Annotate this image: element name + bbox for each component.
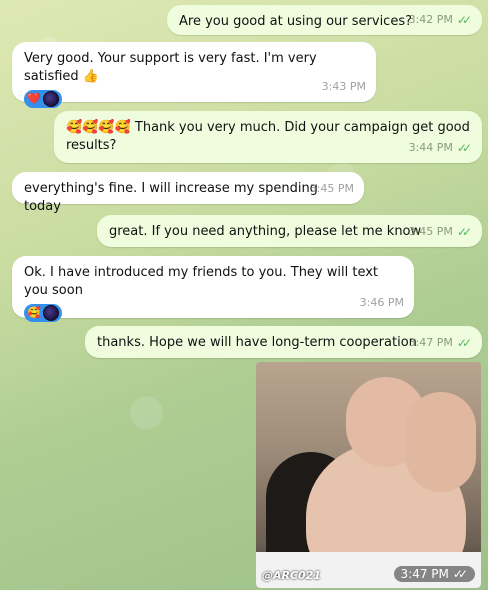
incoming-message[interactable]: Ok. I have introduced my friends to you.… — [12, 256, 414, 322]
outgoing-message[interactable]: great. If you need anything, please let … — [97, 215, 482, 247]
message-meta: 3:43 PM — [322, 78, 366, 96]
outgoing-message[interactable]: thanks. Hope we will have long-term coop… — [85, 326, 482, 358]
message-meta: 3:44 PM ✓✓ — [409, 139, 472, 157]
photo-watermark: @ARC021 — [262, 569, 322, 582]
message-text: great. If you need anything, please let … — [109, 224, 422, 239]
message-text: Are you good at using our services? — [179, 14, 412, 29]
double-check-icon: ✓✓ — [456, 13, 472, 27]
message-emoji: 🥰🥰🥰🥰 — [66, 120, 131, 135]
message-time: 3:45 PM — [309, 182, 354, 195]
double-check-icon: ✓✓ — [456, 141, 472, 155]
message-time: 3:46 PM — [359, 296, 404, 309]
message-time: 3:47 PM — [400, 567, 449, 581]
heart-emoji: ❤️ — [27, 92, 41, 105]
message-text: thanks. Hope we will have long-term coop… — [97, 335, 417, 350]
double-check-icon: ✓✓ — [456, 336, 472, 350]
reaction-heart[interactable]: ❤️ — [24, 90, 62, 108]
message-text: Ok. I have introduced my friends to you.… — [24, 265, 379, 298]
double-check-icon: ✓✓ — [452, 567, 468, 581]
message-meta: 3:45 PM ✓✓ — [409, 223, 472, 241]
reactions: 🥰 — [24, 304, 404, 322]
message-meta: 3:47 PM ✓✓ — [393, 566, 475, 582]
photo-message[interactable]: @ARC021 3:47 PM ✓✓ — [256, 362, 481, 588]
reactions: ❤️ — [24, 90, 366, 108]
photo-hand — [406, 392, 476, 492]
message-text: everything's fine. I will increase my sp… — [24, 181, 318, 214]
message-time: 3:43 PM — [321, 80, 366, 93]
avatar — [42, 305, 59, 321]
avatar — [42, 91, 59, 107]
message-meta: 3:42 PM ✓✓ — [409, 11, 472, 29]
incoming-message[interactable]: Very good. Your support is very fast. I'… — [12, 42, 376, 108]
message-time: 3:45 PM — [408, 225, 453, 238]
outgoing-message[interactable]: 🥰🥰🥰🥰 Thank you very much. Did your campa… — [54, 111, 482, 163]
message-meta: 3:46 PM — [360, 294, 404, 312]
message-time: 3:44 PM — [408, 141, 453, 154]
message-time: 3:47 PM — [408, 336, 453, 349]
smiling-face-with-hearts-emoji: 🥰 — [27, 306, 41, 319]
message-time: 3:42 PM — [408, 13, 453, 26]
outgoing-message[interactable]: Are you good at using our services? 3:42… — [167, 5, 482, 35]
message-meta: 3:45 PM — [310, 180, 354, 198]
message-text: Very good. Your support is very fast. I'… — [24, 51, 317, 84]
double-check-icon: ✓✓ — [456, 225, 472, 239]
reaction-smiling-hearts[interactable]: 🥰 — [24, 304, 62, 322]
message-meta: 3:47 PM ✓✓ — [409, 334, 472, 352]
incoming-message[interactable]: everything's fine. I will increase my sp… — [12, 172, 364, 214]
